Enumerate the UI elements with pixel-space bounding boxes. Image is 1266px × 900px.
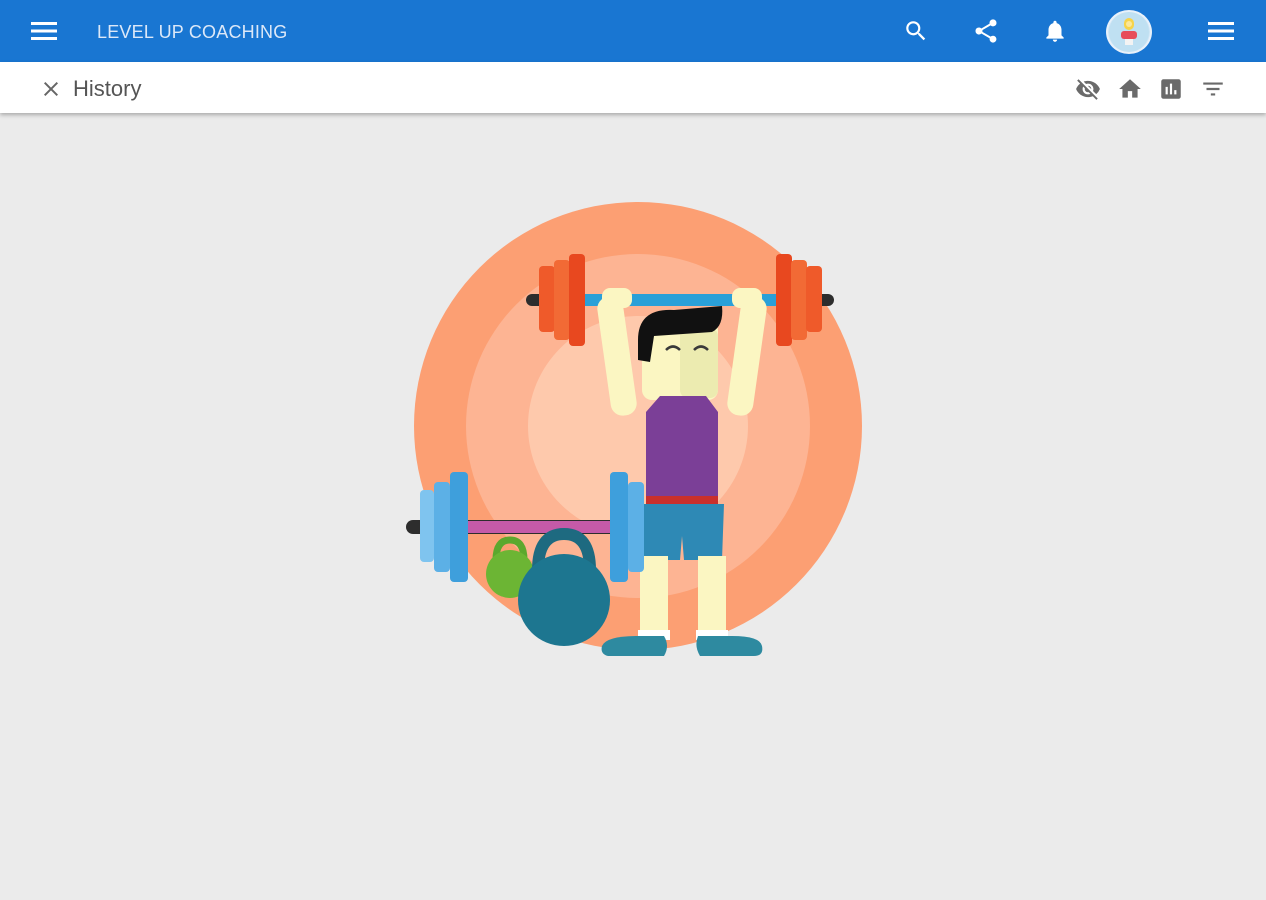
avatar[interactable] xyxy=(1106,10,1152,54)
app-bar: LEVEL UP COACHING xyxy=(0,0,1266,62)
plate xyxy=(569,254,585,346)
bell-icon[interactable] xyxy=(1033,9,1077,53)
close-icon[interactable] xyxy=(36,74,66,104)
right-leg xyxy=(698,556,726,638)
left-leg xyxy=(640,556,668,638)
chart-icon[interactable] xyxy=(1155,74,1187,104)
plate xyxy=(628,482,644,572)
plate xyxy=(791,260,807,340)
plate xyxy=(610,472,628,582)
plate xyxy=(554,260,570,340)
right-shoe xyxy=(696,636,763,656)
left-shoe xyxy=(601,636,667,656)
home-icon[interactable] xyxy=(1114,74,1146,104)
plate xyxy=(806,266,822,332)
plate xyxy=(434,482,450,572)
plate xyxy=(450,472,468,582)
belt xyxy=(646,496,718,505)
plate xyxy=(420,490,434,562)
weightlifter-illustration xyxy=(406,202,862,656)
sub-toolbar: History xyxy=(0,62,1266,113)
plate xyxy=(539,266,555,332)
tank-top xyxy=(646,396,718,500)
menu-icon[interactable] xyxy=(22,9,66,53)
page-title: History xyxy=(73,76,142,101)
menu-icon[interactable] xyxy=(1199,9,1243,53)
app-title: LEVEL UP COACHING xyxy=(97,22,288,42)
visibility-off-icon[interactable] xyxy=(1072,74,1104,104)
search-icon[interactable] xyxy=(894,9,938,53)
filter-icon[interactable] xyxy=(1197,74,1229,104)
large-kettlebell xyxy=(518,554,610,646)
share-icon[interactable] xyxy=(964,9,1008,53)
plate xyxy=(776,254,792,346)
